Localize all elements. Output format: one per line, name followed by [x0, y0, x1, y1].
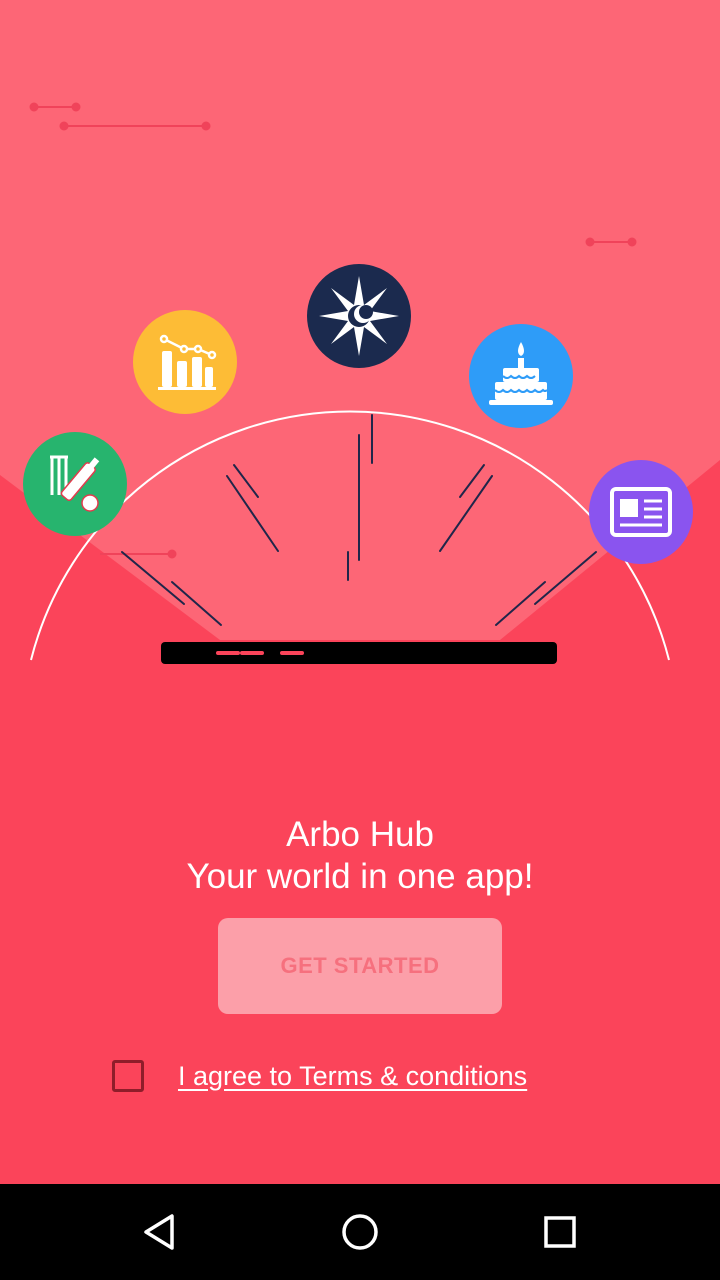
app-name: Arbo Hub	[286, 815, 434, 854]
onboarding-screen: Arbo Hub Your world in one app! GET STAR…	[0, 0, 720, 1184]
back-triangle-icon[interactable]	[136, 1208, 184, 1256]
app-tagline: Your world in one app!	[186, 857, 534, 896]
terms-checkbox[interactable]	[112, 1060, 144, 1092]
home-circle-icon[interactable]	[336, 1208, 384, 1256]
newspaper-icon	[589, 460, 693, 564]
terms-row: I agree to Terms & conditions	[112, 1058, 527, 1094]
recents-square-icon[interactable]	[536, 1208, 584, 1256]
compass-moon-icon	[307, 264, 411, 368]
stats-chart-icon	[133, 310, 237, 414]
cricket-icon	[23, 432, 127, 536]
system-navigation-bar	[0, 1184, 720, 1280]
get-started-button[interactable]: GET STARTED	[218, 918, 502, 1014]
birthday-cake-icon	[469, 324, 573, 428]
terms-link[interactable]: I agree to Terms & conditions	[178, 1061, 527, 1092]
